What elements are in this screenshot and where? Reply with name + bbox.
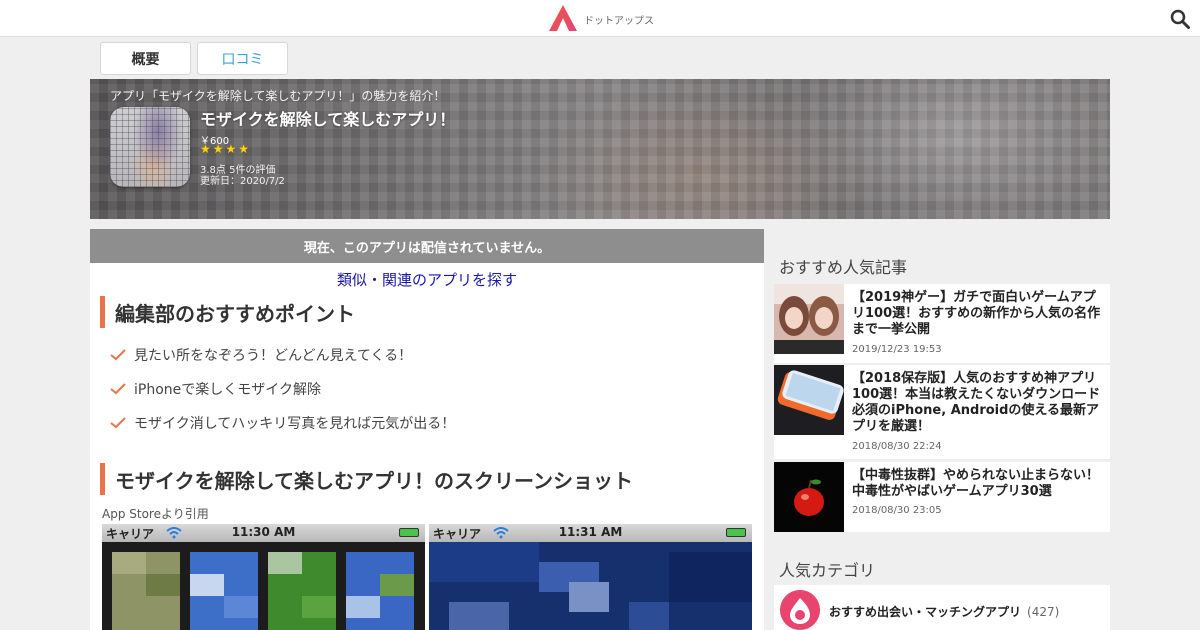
article-thumbnail <box>774 365 844 435</box>
logo-mark-icon <box>549 5 577 31</box>
main-content: 現在、このアプリは配信されていません。 類似・関連のアプリを探す 編集部のおすす… <box>90 229 764 630</box>
recommend-point-text: 見たい所をなぞろう！どんどん見えてくる！ <box>134 348 413 364</box>
unavailable-notice: 現在、このアプリは配信されていません。 <box>90 229 764 263</box>
popular-articles-title: おすすめ人気記事 <box>779 258 908 277</box>
article-card[interactable]: 【2018保存版】人気のおすすめ神アプリ100選！本当は教えたくないダウンロード… <box>774 365 1110 459</box>
screenshot-source: App Storeより引用 <box>102 507 209 521</box>
article-card[interactable]: 【中毒性抜群】やめられない止まらない！中毒性がやばいゲームアプリ30選 2018… <box>774 462 1110 532</box>
category-count: (427) <box>1027 605 1060 619</box>
similar-apps-link[interactable]: 類似・関連のアプリを探す <box>90 269 764 290</box>
logo-text: ドットアップス <box>584 15 654 27</box>
hero-caption: アプリ「モザイクを解除して楽しむアプリ！」の魅力を紹介！ <box>110 89 446 103</box>
recommend-point: モザイク消してハッキリ写真を見れば元気が出る！ <box>110 413 455 433</box>
article-title: 【2018保存版】人気のおすすめ神アプリ100選！本当は教えたくないダウンロード… <box>852 371 1101 434</box>
site-logo[interactable]: ドットアップス <box>548 4 654 32</box>
article-title: 【中毒性抜群】やめられない止まらない！中毒性がやばいゲームアプリ30選 <box>852 468 1100 499</box>
article-thumbnail <box>774 462 844 532</box>
article-date: 2018/08/30 23:05 <box>852 505 942 516</box>
article-title: 【2019神ゲー】ガチで面白いゲームアプリ100選！おすすめの新作から人気の名作… <box>852 290 1101 337</box>
check-icon <box>110 383 126 395</box>
recommend-point-text: iPhoneで楽しくモザイク解除 <box>134 382 321 398</box>
screenshot-2[interactable]: キャリア 11:31 AM <box>429 524 752 630</box>
rating-stars-icon: ★★★★ <box>200 142 252 156</box>
check-icon <box>110 349 126 361</box>
battery-icon <box>399 528 419 537</box>
mosaic-photo-grid <box>102 542 425 630</box>
phone-status-bar: キャリア 11:30 AM <box>102 524 425 542</box>
phone-time: 11:30 AM <box>231 525 296 539</box>
search-icon[interactable] <box>1170 9 1190 29</box>
article-date: 2019/12/23 19:53 <box>852 344 942 355</box>
battery-icon <box>726 528 746 537</box>
recommend-point: 見たい所をなぞろう！どんどん見えてくる！ <box>110 345 412 365</box>
recommend-point: iPhoneで楽しくモザイク解除 <box>110 379 321 399</box>
phone-status-bar: キャリア 11:31 AM <box>429 524 752 542</box>
recommend-points-heading: 編集部のおすすめポイント <box>100 296 750 328</box>
screenshot-1[interactable]: キャリア 11:30 AM <box>102 524 425 630</box>
phone-time: 11:31 AM <box>558 525 623 539</box>
mosaic-photo-grid <box>429 542 752 630</box>
screenshots-heading: モザイクを解除して楽しむアプリ！のスクリーンショット <box>100 463 750 495</box>
updated-date: 更新日：2020/7/2 <box>200 176 285 187</box>
app-title: モザイクを解除して楽しむアプリ！ <box>200 110 456 129</box>
app-icon <box>110 107 190 187</box>
app-hero-banner: アプリ「モザイクを解除して楽しむアプリ！」の魅力を紹介！ モザイクを解除して楽し… <box>90 79 1110 219</box>
category-label: おすすめ出会い・マッチングアプリ (427) <box>829 603 1059 620</box>
article-card[interactable]: 【2019神ゲー】ガチで面白いゲームアプリ100選！おすすめの新作から人気の名作… <box>774 284 1110 363</box>
article-thumbnail <box>774 284 844 354</box>
category-name: おすすめ出会い・マッチングアプリ <box>829 605 1022 619</box>
category-item[interactable]: おすすめ出会い・マッチングアプリ (427) <box>774 585 1110 630</box>
top-bar: ドットアップス <box>0 0 1200 37</box>
tab-overview[interactable]: 概要 <box>100 42 191 75</box>
matching-app-icon <box>780 590 820 630</box>
popular-categories-title: 人気カテゴリ <box>779 561 876 580</box>
article-date: 2018/08/30 22:24 <box>852 441 942 452</box>
recommend-point-text: モザイク消してハッキリ写真を見れば元気が出る！ <box>134 416 456 432</box>
tab-reviews[interactable]: 口コミ <box>197 42 288 75</box>
check-icon <box>110 417 126 429</box>
